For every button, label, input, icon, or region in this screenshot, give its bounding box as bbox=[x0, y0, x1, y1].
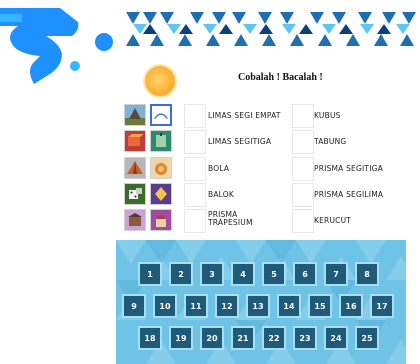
number-tile[interactable]: 1 bbox=[138, 262, 162, 286]
number-tile[interactable]: 21 bbox=[231, 326, 255, 350]
shape-label: LIMAS SEGITIGA bbox=[208, 137, 272, 146]
match-row: BOLA PRISMA SEGITIGA bbox=[124, 157, 420, 181]
number-tile[interactable]: 18 bbox=[138, 326, 162, 350]
answer-box[interactable] bbox=[184, 209, 206, 233]
header-decoration bbox=[0, 8, 416, 84]
number-tile[interactable]: 13 bbox=[246, 294, 270, 318]
number-tile[interactable]: 9 bbox=[122, 294, 146, 318]
box-image-icon[interactable] bbox=[124, 130, 146, 152]
lantern-image-icon[interactable] bbox=[150, 130, 172, 152]
building-image-icon[interactable] bbox=[124, 209, 146, 231]
answer-box[interactable] bbox=[292, 157, 314, 181]
answer-box[interactable] bbox=[184, 183, 206, 207]
answer-box[interactable] bbox=[184, 104, 206, 128]
triangle-band bbox=[126, 12, 416, 46]
food-image-icon[interactable] bbox=[150, 157, 172, 179]
shape-label: KUBUS bbox=[314, 111, 341, 120]
number-tile[interactable]: 7 bbox=[324, 262, 348, 286]
answer-box[interactable] bbox=[292, 183, 314, 207]
shape-label: BALOK bbox=[208, 190, 235, 199]
answer-box[interactable] bbox=[292, 130, 314, 154]
selected-image-icon[interactable] bbox=[150, 104, 172, 126]
shape-label: PRISMA TRAPESIUM bbox=[208, 211, 253, 227]
match-row: LIMAS SEGI EMPAT KUBUS bbox=[124, 104, 420, 128]
number-tile[interactable]: 11 bbox=[184, 294, 208, 318]
shape-label: PRISMA SEGILIMA bbox=[314, 190, 384, 199]
decoration-image-icon[interactable] bbox=[150, 183, 172, 205]
shape-label: TABUNG bbox=[314, 137, 347, 146]
number-tile[interactable]: 8 bbox=[355, 262, 379, 286]
shape-label: LIMAS SEGI EMPAT bbox=[208, 111, 281, 120]
answer-box[interactable] bbox=[292, 104, 314, 128]
number-tile[interactable]: 16 bbox=[339, 294, 363, 318]
answer-box[interactable] bbox=[292, 209, 314, 233]
match-row: BALOK PRISMA SEGILIMA bbox=[124, 183, 420, 207]
number-tile[interactable]: 20 bbox=[200, 326, 224, 350]
tent-image-icon[interactable] bbox=[124, 157, 146, 179]
shape-label: KERUCUT bbox=[314, 216, 352, 225]
dome-image-icon[interactable] bbox=[150, 209, 172, 231]
number-tile[interactable]: 14 bbox=[277, 294, 301, 318]
small-dot-shape bbox=[70, 61, 80, 71]
number-tile[interactable]: 4 bbox=[231, 262, 255, 286]
number-panel: 1 2 3 4 5 6 7 8 9 10 11 12 13 14 15 16 17 18 19 20 21 22 23 24 2… bbox=[116, 240, 406, 364]
dice-image-icon[interactable] bbox=[124, 183, 146, 205]
number-tile[interactable]: 10 bbox=[153, 294, 177, 318]
number-tile[interactable]: 22 bbox=[262, 326, 286, 350]
pyramid-image-icon[interactable] bbox=[124, 104, 146, 126]
number-tile[interactable]: 15 bbox=[308, 294, 332, 318]
triangle-band-dark bbox=[143, 24, 391, 34]
page-title: Cobalah ! Bacalah ! bbox=[238, 72, 323, 83]
number-tile[interactable]: 23 bbox=[293, 326, 317, 350]
number-tile[interactable]: 6 bbox=[293, 262, 317, 286]
number-tile[interactable]: 2 bbox=[169, 262, 193, 286]
shape-label: BOLA bbox=[208, 164, 230, 173]
number-tile[interactable]: 5 bbox=[262, 262, 286, 286]
sun-icon bbox=[145, 66, 175, 96]
answer-box[interactable] bbox=[184, 157, 206, 181]
number-tile[interactable]: 24 bbox=[324, 326, 348, 350]
shape-label: PRISMA SEGITIGA bbox=[314, 164, 383, 173]
matching-area: LIMAS SEGI EMPAT KUBUS LIMAS SEGITIGA TA… bbox=[124, 104, 420, 234]
match-row: LIMAS SEGITIGA TABUNG bbox=[124, 130, 420, 154]
number-tile[interactable]: 17 bbox=[370, 294, 394, 318]
pink-stroke-shape bbox=[57, 71, 71, 79]
match-row: PRISMA TRAPESIUM KERUCUT bbox=[124, 209, 420, 233]
shape-label-line: TRAPESIUM bbox=[208, 218, 253, 227]
cyan-stripe-shape bbox=[0, 14, 22, 22]
number-tile[interactable]: 3 bbox=[200, 262, 224, 286]
number-tile[interactable]: 19 bbox=[169, 326, 193, 350]
number-tile[interactable]: 12 bbox=[215, 294, 239, 318]
number-tile[interactable]: 25 bbox=[355, 326, 379, 350]
blue-dot-shape bbox=[95, 33, 113, 51]
answer-box[interactable] bbox=[184, 130, 206, 154]
